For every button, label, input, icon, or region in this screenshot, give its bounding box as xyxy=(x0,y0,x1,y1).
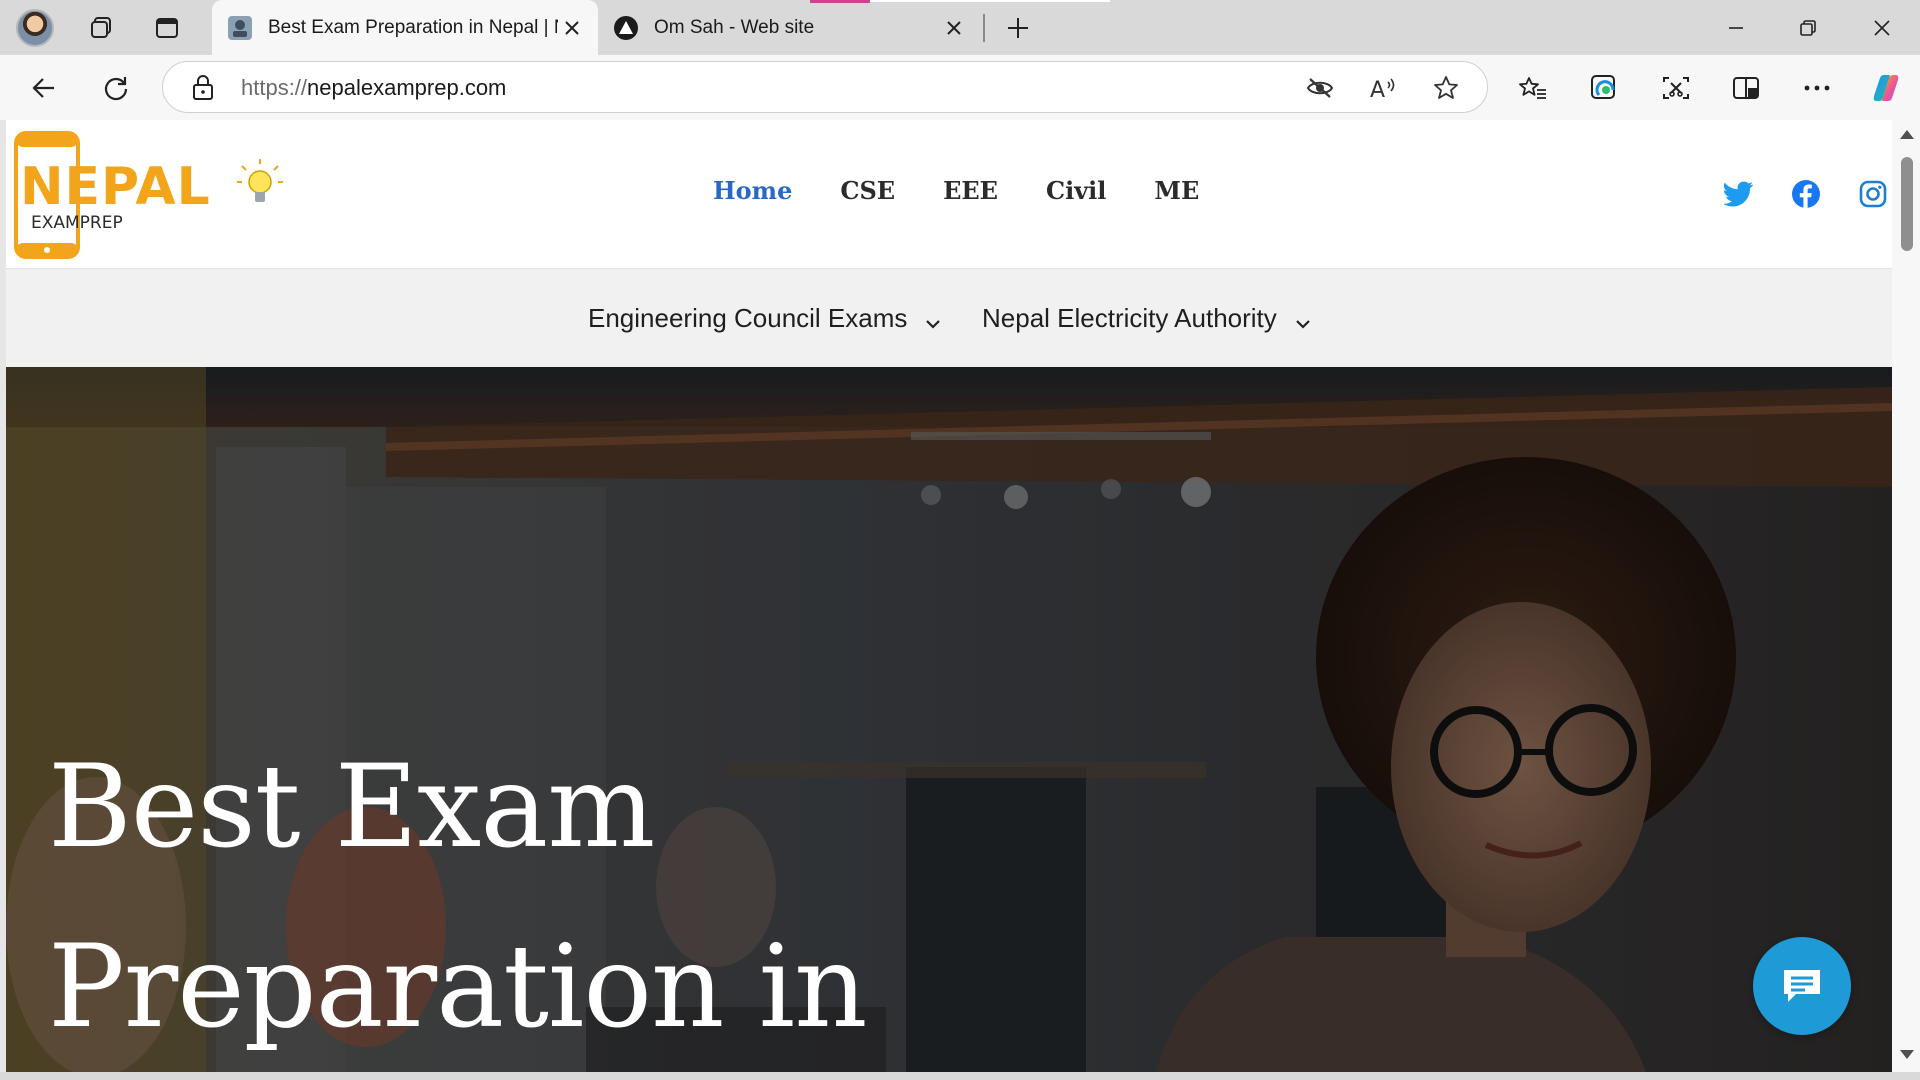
browser-tab-bar: Best Exam Preparation in Nepal | Nepal E… xyxy=(0,0,1920,55)
tab-nepal-exam-prep[interactable]: Best Exam Preparation in Nepal | Nepal E… xyxy=(212,0,598,55)
refresh-icon[interactable] xyxy=(96,68,136,108)
address-url[interactable]: https://nepalexamprep.com xyxy=(241,75,506,101)
favorites-list-icon[interactable] xyxy=(1513,68,1553,108)
primary-navigation: Home CSE EEE Civil ME xyxy=(713,176,1199,205)
chevron-down-icon xyxy=(925,305,941,336)
nav-cse[interactable]: CSE xyxy=(840,176,895,205)
om-sah-favicon-icon xyxy=(614,15,638,40)
back-icon[interactable] xyxy=(24,68,64,108)
tab-separator xyxy=(983,14,985,42)
facebook-icon[interactable] xyxy=(1790,178,1822,210)
chevron-down-icon xyxy=(1295,305,1311,336)
url-host: nepalexamprep.com xyxy=(307,75,507,100)
new-tab-icon[interactable] xyxy=(1000,11,1036,45)
logo-word: NEPAL xyxy=(20,157,211,217)
site-info-lock-icon[interactable] xyxy=(191,74,215,107)
nav-civil[interactable]: Civil xyxy=(1046,176,1106,205)
hero-section: Best Exam Preparation in xyxy=(6,367,1892,1072)
scrollbar-thumb[interactable] xyxy=(1901,157,1913,251)
browser-essentials-icon[interactable] xyxy=(1584,68,1624,108)
tab-om-sah[interactable]: Om Sah - Web site xyxy=(598,0,980,55)
scroll-up-arrow-icon[interactable] xyxy=(1900,130,1914,139)
chat-widget-button[interactable] xyxy=(1753,937,1851,1035)
close-tab-icon[interactable] xyxy=(940,14,968,42)
nav-eee[interactable]: EEE xyxy=(943,176,998,205)
copilot-icon[interactable] xyxy=(1866,68,1906,108)
browser-toolbar: https://nepalexamprep.com A xyxy=(0,55,1920,120)
menu-label: Engineering Council Exams xyxy=(588,303,908,333)
hero-headline-line1: Best Exam xyxy=(48,740,655,873)
hero-headline: Best Exam Preparation in xyxy=(48,717,868,1072)
tab-indicator xyxy=(870,0,1110,2)
web-page-viewport: NEPAL EXAMPREP Home CSE EEE Civil ME Eng… xyxy=(6,120,1892,1072)
split-screen-icon[interactable] xyxy=(1726,68,1766,108)
lightbulb-icon xyxy=(237,159,283,202)
address-bar[interactable]: https://nepalexamprep.com A xyxy=(162,61,1488,113)
minimize-icon[interactable] xyxy=(1710,8,1762,48)
tab-title: Om Sah - Web site xyxy=(654,16,815,38)
secondary-navigation: Engineering Council Exams Nepal Electric… xyxy=(6,268,1892,367)
restore-icon[interactable] xyxy=(1782,8,1834,48)
tab-actions-icon[interactable] xyxy=(150,11,184,45)
tracking-prevention-icon[interactable] xyxy=(1303,72,1337,104)
close-window-icon[interactable] xyxy=(1856,8,1908,48)
favorite-star-icon[interactable] xyxy=(1429,72,1463,104)
read-aloud-icon[interactable]: A xyxy=(1367,72,1401,104)
workspaces-icon[interactable] xyxy=(84,11,118,45)
site-header: NEPAL EXAMPREP Home CSE EEE Civil ME xyxy=(6,120,1892,268)
nav-me[interactable]: ME xyxy=(1154,176,1199,205)
menu-engineering-council-exams[interactable]: Engineering Council Exams xyxy=(588,301,941,336)
nav-home[interactable]: Home xyxy=(713,176,792,205)
chat-icon xyxy=(1784,970,1820,1002)
hero-headline-line2: Preparation in xyxy=(48,920,868,1053)
url-protocol: https:// xyxy=(241,75,308,100)
instagram-icon[interactable] xyxy=(1857,178,1889,210)
tab-indicator xyxy=(810,0,870,3)
window-bottom-border xyxy=(0,1072,1920,1080)
nepal-exam-prep-favicon-icon xyxy=(228,15,252,40)
menu-nepal-electricity-authority[interactable]: Nepal Electricity Authority xyxy=(982,301,1311,336)
close-tab-icon[interactable] xyxy=(558,14,586,42)
profile-avatar[interactable] xyxy=(16,9,54,47)
page-scrollbar[interactable] xyxy=(1892,120,1920,1072)
screenshot-icon[interactable] xyxy=(1656,68,1696,108)
menu-label: Nepal Electricity Authority xyxy=(982,303,1277,333)
twitter-icon[interactable] xyxy=(1723,178,1755,210)
logo-tagline: EXAMPREP xyxy=(31,213,123,233)
scroll-down-arrow-icon[interactable] xyxy=(1900,1050,1914,1059)
svg-text:A: A xyxy=(1370,78,1385,101)
tab-title: Best Exam Preparation in Nepal | Nepal E… xyxy=(268,16,558,38)
site-logo[interactable]: NEPAL EXAMPREP xyxy=(14,130,284,260)
more-options-icon[interactable] xyxy=(1797,68,1837,108)
